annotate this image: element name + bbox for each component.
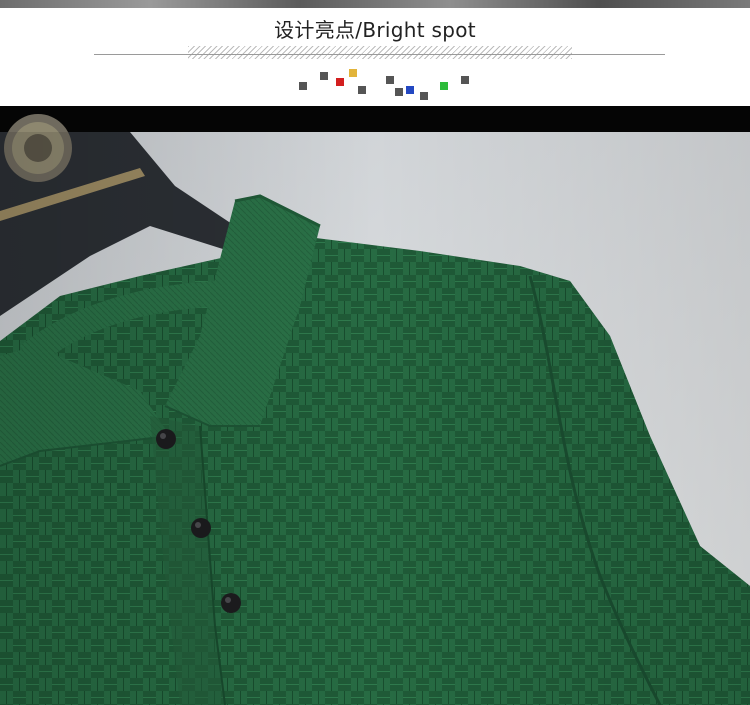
section-header: 设计亮点/Bright spot [0,8,750,106]
ornament-square [336,78,344,86]
ornament-square [406,86,414,94]
polo-shirt-illustration [0,106,750,705]
color-square-ornament [0,8,750,106]
ornament-square [299,82,307,90]
product-photo [0,106,750,705]
ornament-square [320,72,328,80]
ornament-square [461,76,469,84]
top-photo-strip [0,0,750,8]
ornament-square [395,88,403,96]
ornament-square [420,92,428,100]
ornament-square [386,76,394,84]
ornament-square [349,69,357,77]
ornament-square [440,82,448,90]
ornament-square [358,86,366,94]
